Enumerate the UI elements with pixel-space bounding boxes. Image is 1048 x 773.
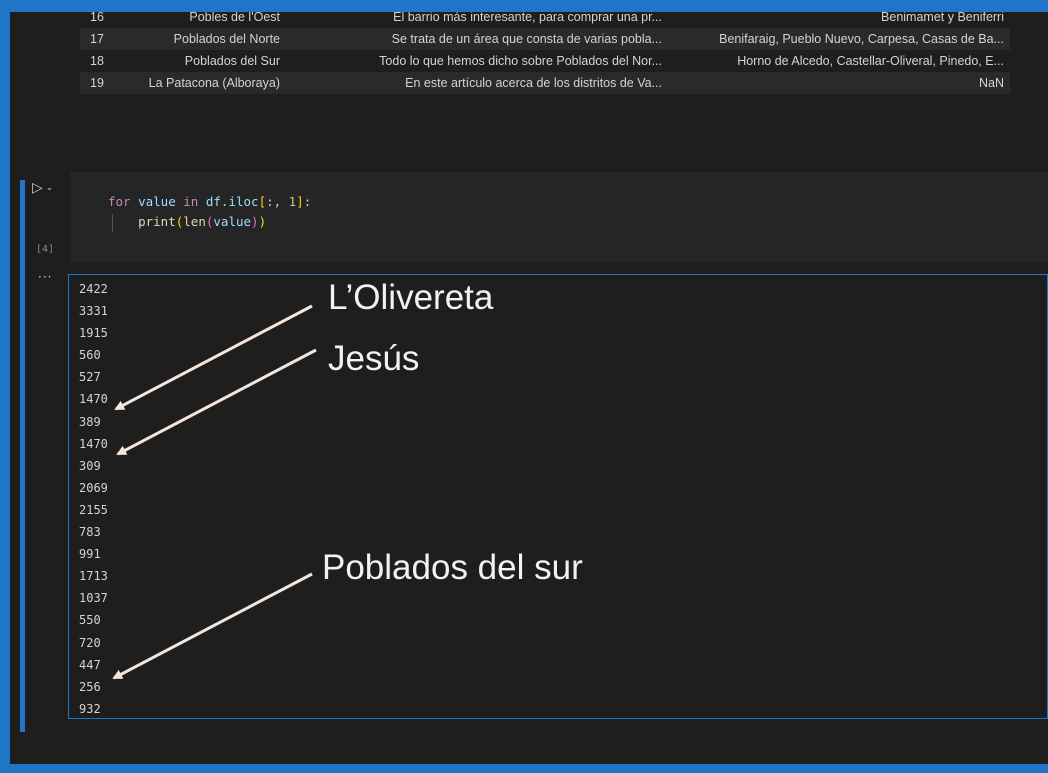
arrow-jesus <box>116 348 317 456</box>
annotation-arrows <box>112 304 317 680</box>
notebook-frame: 16 Pobles de l'Oest El barrio más intere… <box>10 12 1048 764</box>
arrow-olivereta <box>114 304 313 411</box>
arrow-poblados-sur <box>112 572 313 680</box>
